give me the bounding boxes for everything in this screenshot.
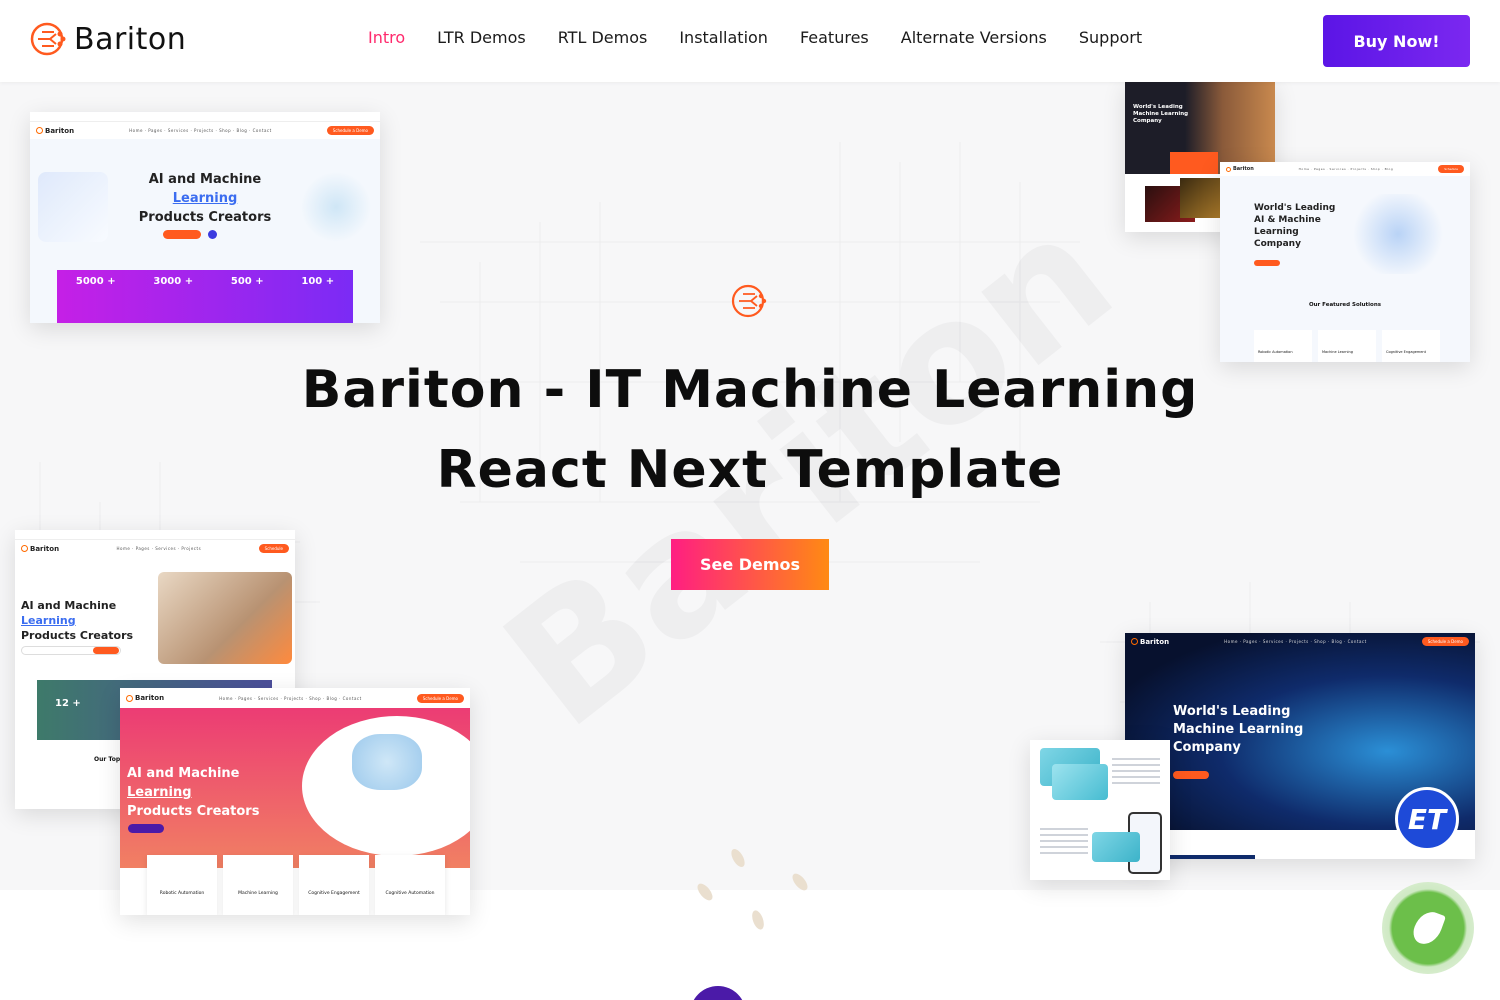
preview-nav-links: Home · Pages · Services · Projects <box>116 546 202 551</box>
feature-card: Machine Learning <box>1318 330 1376 362</box>
preview-logo: Bariton <box>36 127 74 135</box>
preview-topbar <box>15 530 295 540</box>
preview-nav: Bariton Home · Pages · Services · Projec… <box>120 688 470 708</box>
preview-people-photo <box>158 572 292 664</box>
preview-heading: World's Leading AI & Machine Learning Co… <box>1254 203 1336 249</box>
preview-brain-art <box>352 734 422 790</box>
brain-circuit-logo-icon <box>30 22 66 56</box>
preview-cta <box>1173 771 1209 779</box>
hero-title: Bariton - IT Machine Learning React Next… <box>250 350 1250 510</box>
nav-features[interactable]: Features <box>784 28 885 47</box>
preview-heading: AI and Machine Learning Products Creators <box>138 172 272 225</box>
hero-title-line-1: Bariton - IT Machine Learning <box>301 360 1199 420</box>
stat-item: 5000 + <box>75 276 116 287</box>
preview-nav: Bariton Home · Pages · Services · Projec… <box>1125 633 1475 650</box>
nav-rtl-demos[interactable]: RTL Demos <box>542 28 664 47</box>
decorative-drops-icon <box>697 848 808 930</box>
main-nav: Intro LTR Demos RTL Demos Installation F… <box>352 28 1158 47</box>
demo-preview-3[interactable]: Bariton Home · Pages · Services · Projec… <box>120 688 470 915</box>
site-header: Bariton Intro LTR Demos RTL Demos Instal… <box>0 0 1500 82</box>
preview-logo: Bariton <box>126 694 164 702</box>
logo-text: Bariton <box>74 21 187 57</box>
demo-preview-1[interactable]: Bariton Home · Pages · Services · Projec… <box>30 112 380 323</box>
nav-installation[interactable]: Installation <box>663 28 784 47</box>
buy-now-button[interactable]: Buy Now! <box>1323 15 1470 67</box>
see-demos-button[interactable]: See Demos <box>671 539 829 590</box>
preview-hero-art-right <box>300 172 372 242</box>
nav-ltr-demos[interactable]: LTR Demos <box>421 28 542 47</box>
preview-stats-band: 5000 + 3000 + 500 + 100 + <box>57 270 353 323</box>
preview-nav-links: Home · Pages · Services · Projects · Sho… <box>1224 639 1367 644</box>
preview-card-art <box>1092 832 1140 862</box>
preview-nav-links: Home · Pages · Services · Projects · Sho… <box>1298 167 1394 171</box>
preview-nav-links: Home · Pages · Services · Projects · Sho… <box>129 128 272 133</box>
preview-cta <box>93 647 119 654</box>
preview-text-lines <box>1040 828 1088 858</box>
preview-nav-button: Schedule a Demo <box>416 693 464 703</box>
feature-card: Cognitive Engagement <box>299 855 369 915</box>
preview-video-thumb <box>1180 178 1220 218</box>
preview-section-title: Our Top <box>94 756 121 763</box>
chat-leaf-icon[interactable] <box>1382 882 1474 974</box>
preview-cta <box>1254 260 1280 266</box>
nav-support[interactable]: Support <box>1063 28 1158 47</box>
preview-logo: Bariton <box>1131 638 1169 646</box>
preview-nav-button: Schedule a Demo <box>326 126 374 135</box>
stat-item: 12 + <box>55 698 81 709</box>
nav-intro[interactable]: Intro <box>352 28 421 47</box>
preview-logo: Bariton <box>1226 166 1254 172</box>
preview-cta <box>128 824 164 833</box>
preview-heading: World's Leading Machine Learning Company <box>1133 104 1189 124</box>
preview-nav: Bariton Home · Pages · Services · Projec… <box>15 540 295 557</box>
preview-nav: Bariton Home · Pages · Services · Projec… <box>1220 162 1470 176</box>
feature-card: Cognitive Engagement <box>1382 330 1440 362</box>
brand-logo[interactable]: Bariton <box>30 20 186 58</box>
leaf-icon <box>1409 907 1447 949</box>
preview-dark-strip <box>1169 855 1255 859</box>
preview-text-lines <box>1112 758 1160 788</box>
preview-iso-art <box>1348 194 1448 274</box>
preview-heading: AI and Machine Learning Products Creators <box>21 599 134 642</box>
preview-logo: Bariton <box>21 545 59 553</box>
preview-nav-links: Home · Pages · Services · Projects · Sho… <box>219 695 362 701</box>
preview-topbar <box>30 112 380 122</box>
preview-heading: World's Leading Machine Learning Company <box>1173 704 1304 755</box>
stat-item: 3000 + <box>153 276 194 287</box>
hero-brain-circuit-icon <box>731 284 767 318</box>
stat-item: 100 + <box>301 276 335 287</box>
preview-heading: AI and Machine Learning Products Creators <box>127 766 260 819</box>
preview-hero-art <box>38 172 108 242</box>
feature-card: Robotic Automation <box>147 855 217 915</box>
preview-feature-row: Robotic Automation Machine Learning Cogn… <box>1254 330 1440 362</box>
preview-section-title: Our Featured Solutions <box>1308 302 1382 308</box>
preview-nav: Bariton Home · Pages · Services · Projec… <box>30 122 380 139</box>
preview-nav-button: Schedule a Demo <box>1421 637 1469 646</box>
feature-card: Cognitive Automation <box>375 855 445 915</box>
preview-nav-button: Schedule <box>258 544 289 553</box>
demo-preview-7[interactable] <box>1030 740 1170 880</box>
preview-orange-block <box>1170 152 1218 174</box>
feature-card: Machine Learning <box>223 855 293 915</box>
preview-nav-button: Schedule <box>1438 165 1464 173</box>
stat-item: 500 + <box>230 276 264 287</box>
preview-card-art <box>1052 764 1108 800</box>
preview-play <box>208 230 217 239</box>
demo-preview-5[interactable]: Bariton Home · Pages · Services · Projec… <box>1220 162 1470 362</box>
feature-card: Robotic Automation <box>1254 330 1312 362</box>
preview-feature-row: Robotic Automation Machine Learning Cogn… <box>147 855 445 915</box>
et-badge-icon[interactable]: ET <box>1395 787 1459 851</box>
preview-cta <box>163 230 201 239</box>
nav-alternate-versions[interactable]: Alternate Versions <box>885 28 1063 47</box>
hero-title-line-2: React Next Template <box>436 440 1064 500</box>
